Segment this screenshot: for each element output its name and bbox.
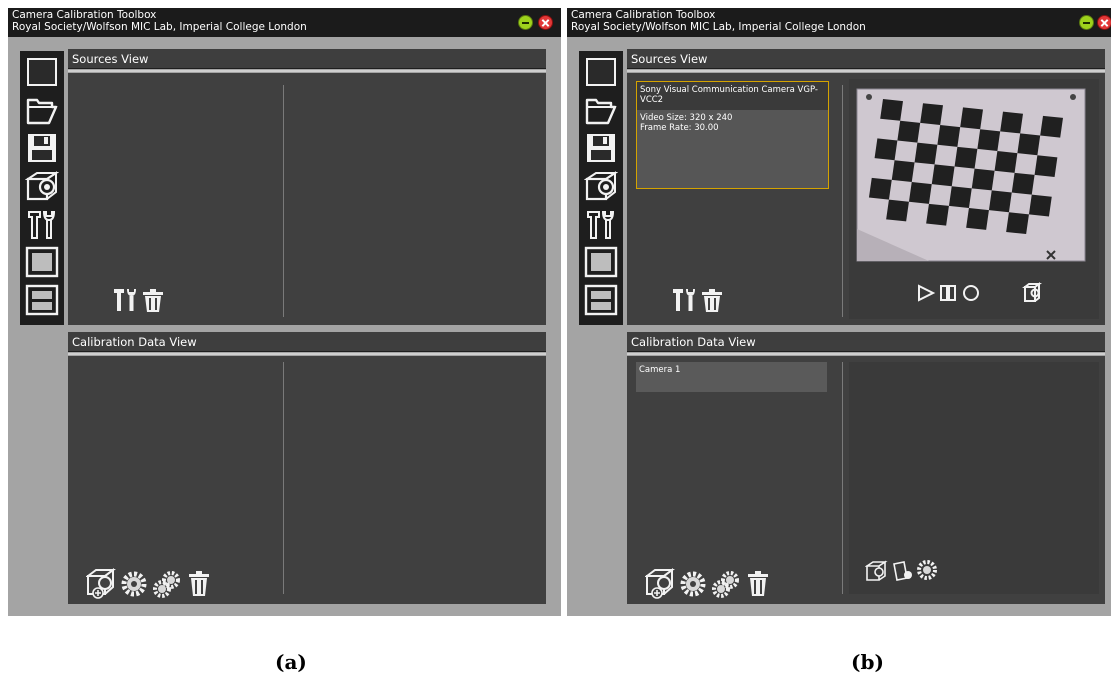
app-window-b: Camera Calibration Toolbox Royal Society…	[567, 8, 1111, 616]
gears-icon[interactable]	[152, 570, 182, 598]
sources-view-header: Sources View	[627, 49, 1105, 69]
camera-icon[interactable]	[25, 170, 59, 202]
add-camera-icon[interactable]	[645, 568, 679, 600]
section-divider	[627, 70, 1105, 72]
app-title: Camera Calibration Toolbox	[571, 9, 716, 21]
video-size: Video Size: 320 x 240	[640, 113, 733, 123]
camera-icon[interactable]	[584, 170, 618, 202]
split-view-icon[interactable]	[25, 284, 59, 316]
close-button[interactable]	[1097, 15, 1111, 30]
pane-splitter[interactable]	[283, 85, 284, 317]
trash-icon[interactable]	[140, 287, 166, 313]
frame-rate: Frame Rate: 30.00	[640, 123, 719, 133]
gear-icon[interactable]	[915, 558, 939, 582]
add-camera-icon[interactable]	[86, 568, 120, 600]
tools-icon[interactable]	[25, 208, 59, 240]
single-view-icon[interactable]	[584, 246, 618, 278]
section-divider	[627, 353, 1105, 355]
section-divider	[68, 353, 546, 355]
window-icon[interactable]	[584, 56, 618, 88]
gears-icon[interactable]	[711, 570, 741, 598]
pane-splitter[interactable]	[842, 85, 843, 317]
save-disk-icon[interactable]	[25, 132, 59, 164]
figure-caption-a: (a)	[275, 650, 307, 674]
folder-open-icon[interactable]	[25, 94, 59, 126]
calibration-detail-pane	[849, 362, 1099, 594]
source-card-selected[interactable]: Sony Visual Communication Camera VGP-VCC…	[636, 81, 829, 189]
title-bar[interactable]: Camera Calibration Toolbox Royal Society…	[567, 8, 1111, 37]
calibration-panel: Camera 1	[627, 356, 1105, 604]
gear-icon[interactable]	[120, 570, 148, 598]
title-bar[interactable]: Camera Calibration Toolbox Royal Society…	[8, 8, 561, 37]
tools-icon[interactable]	[671, 287, 699, 313]
list-item[interactable]: Camera 1	[636, 362, 827, 392]
pane-splitter[interactable]	[283, 362, 284, 594]
tools-icon[interactable]	[584, 208, 618, 240]
sources-panel: Sony Visual Communication Camera VGP-VCC…	[627, 73, 1105, 325]
app-window-a: Camera Calibration Toolbox Royal Society…	[8, 8, 561, 616]
trash-icon[interactable]	[186, 569, 212, 597]
sources-view-header: Sources View	[68, 49, 546, 69]
app-title: Camera Calibration Toolbox	[12, 9, 157, 21]
sources-panel	[68, 73, 546, 325]
camera-preview-pane	[849, 79, 1099, 319]
gear-icon[interactable]	[679, 570, 707, 598]
app-subtitle: Royal Society/Wolfson MIC Lab, Imperial …	[571, 21, 866, 33]
trash-icon[interactable]	[699, 287, 725, 313]
side-toolbar	[579, 51, 623, 325]
window-icon[interactable]	[25, 56, 59, 88]
tools-icon[interactable]	[112, 287, 140, 313]
calibration-data-view-header: Calibration Data View	[68, 332, 546, 352]
calibration-data-view-header: Calibration Data View	[627, 332, 1105, 352]
source-name: Sony Visual Communication Camera VGP-VCC…	[637, 82, 828, 110]
live-camera-image	[856, 88, 1086, 302]
app-subtitle: Royal Society/Wolfson MIC Lab, Imperial …	[12, 21, 307, 33]
side-toolbar	[20, 51, 64, 325]
calibration-panel	[68, 356, 546, 604]
minimize-button[interactable]	[1079, 15, 1094, 30]
save-disk-icon[interactable]	[584, 132, 618, 164]
folder-open-icon[interactable]	[584, 94, 618, 126]
document-icon[interactable]	[891, 560, 915, 582]
play-icon	[918, 284, 936, 302]
trash-icon[interactable]	[745, 569, 771, 597]
single-view-icon[interactable]	[25, 246, 59, 278]
minimize-button[interactable]	[518, 15, 533, 30]
section-divider	[68, 70, 546, 72]
camera-settings-icon[interactable]	[865, 560, 889, 582]
split-view-icon[interactable]	[584, 284, 618, 316]
close-button[interactable]	[538, 15, 553, 30]
figure-caption-b: (b)	[851, 650, 884, 674]
pane-splitter[interactable]	[842, 362, 843, 594]
